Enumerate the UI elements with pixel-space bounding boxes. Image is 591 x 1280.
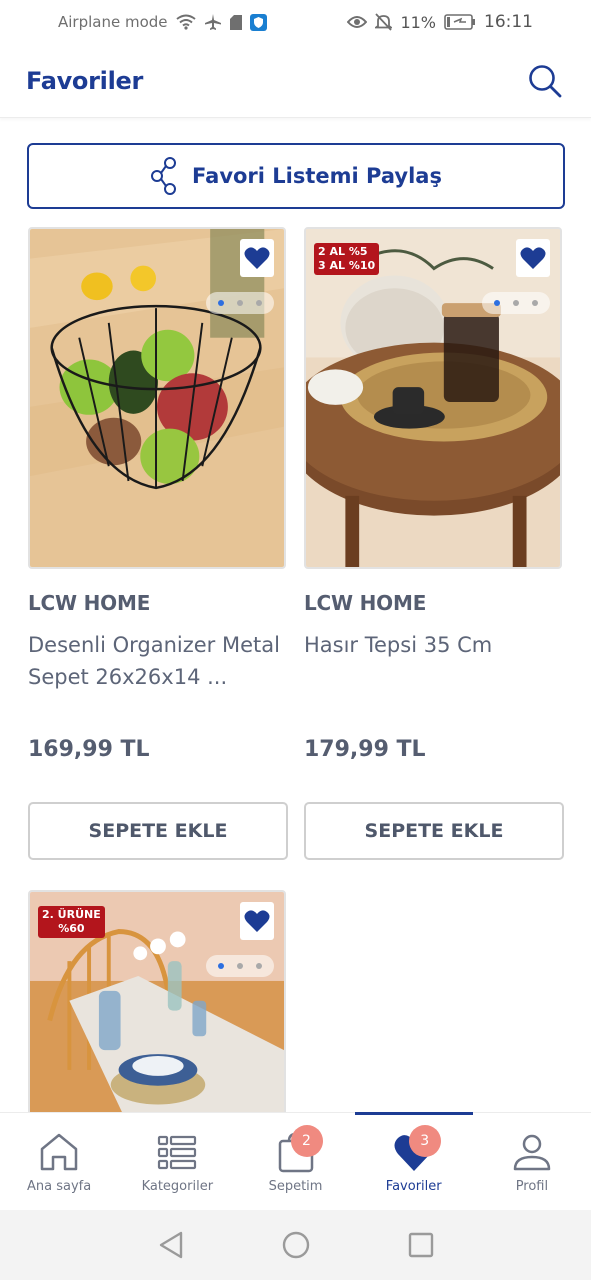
favorite-toggle[interactable] [240,239,274,277]
nav-favorites[interactable]: 3 Favoriler [354,1112,474,1210]
share-label: Favori Listemi Paylaş [192,164,442,188]
product-photo [306,229,560,567]
battery-icon [444,14,476,30]
home-icon [40,1133,78,1171]
favorite-toggle[interactable] [240,902,274,940]
page-title: Favoriler [26,66,144,95]
image-pager-dots [206,955,274,977]
product-image[interactable]: 2. ÜRÜNE %60 [28,890,286,1112]
product-card[interactable]: LCW HOME Desenli Organizer Metal Sepet 2… [28,227,288,860]
heart-filled-icon [520,247,546,269]
sim-icon [229,14,242,30]
nav-label: Kategoriler [141,1179,214,1194]
nav-label: Ana sayfa [26,1179,92,1194]
product-card[interactable]: 2. ÜRÜNE %60 [28,890,288,1112]
promo-badge-line: 2. ÜRÜNE [42,908,101,921]
list-icon [158,1135,197,1170]
product-price: 169,99 TL [28,737,150,762]
cart-count-badge: 2 [290,1125,323,1157]
wifi-icon [175,14,196,30]
status-bar: Airplane mode 11% 16:11 [0,0,591,44]
pager-dot-active [218,963,225,969]
product-brand: LCW HOME [304,591,427,615]
recents-square-icon [408,1232,433,1258]
airplane-icon [204,13,222,31]
back-triangle-icon [159,1231,182,1259]
promo-badge: 2. ÜRÜNE %60 [38,906,105,938]
nav-categories[interactable]: Kategoriler [118,1113,236,1210]
battery-percent: 11% [400,12,436,32]
recents-button[interactable] [407,1231,435,1259]
nav-label: Sepetim [268,1179,323,1194]
pager-dot [255,300,262,306]
user-icon [513,1134,551,1171]
search-button[interactable] [525,61,565,101]
system-navigation-bar [0,1210,591,1280]
home-system-button[interactable] [281,1230,311,1260]
bell-off-icon [375,13,393,31]
app-header: Favoriler [0,44,591,118]
nav-profile[interactable]: Profil [473,1113,591,1210]
bottom-navigation: Ana sayfa Kategoriler 2 Sepetim 3 Favori… [0,1112,591,1210]
eye-icon [347,15,368,29]
share-icon [151,157,177,195]
pager-dot-active [218,300,225,306]
home-circle-icon [282,1231,309,1259]
pager-dot-active [494,300,501,306]
nav-label: Profil [515,1179,549,1194]
product-price: 179,99 TL [304,737,426,762]
promo-badge-line: 2 AL %5 [318,245,368,258]
clock: 16:11 [484,12,533,32]
back-button[interactable] [157,1230,185,1260]
favorites-count-badge: 3 [408,1125,441,1157]
heart-filled-icon [244,910,270,932]
product-title[interactable]: Desenli Organizer Metal Sepet 26x26x14 .… [28,629,288,693]
product-title[interactable]: Hasır Tepsi 35 Cm [304,629,564,693]
favorite-toggle[interactable] [516,239,550,277]
airplane-mode-label: Airplane mode [58,13,168,31]
nav-cart[interactable]: 2 Sepetim [236,1113,354,1210]
image-pager-dots [206,292,274,314]
nav-home[interactable]: Ana sayfa [0,1113,118,1210]
image-pager-dots [482,292,550,314]
pager-dot [255,963,262,969]
promo-badge: 2 AL %5 3 AL %10 [314,243,380,275]
status-left: Airplane mode [58,13,267,31]
pager-dot [236,963,243,969]
shield-app-icon [249,13,267,31]
search-icon [529,64,562,97]
pager-dot [236,300,243,306]
pager-dot [531,300,538,306]
product-image[interactable] [28,227,286,569]
promo-badge-line: 3 AL %10 [318,259,376,272]
promo-badge-line: %60 [58,922,85,935]
product-image[interactable]: 2 AL %5 3 AL %10 [304,227,562,569]
product-photo [30,229,284,567]
add-to-cart-button[interactable]: SEPETE EKLE [304,802,564,860]
pager-dot [512,300,519,306]
share-favorites-button[interactable]: Favori Listemi Paylaş [27,143,565,209]
nav-label: Favoriler [385,1179,442,1194]
status-right: 11% 16:11 [347,12,533,32]
heart-filled-icon [244,247,270,269]
add-to-cart-button[interactable]: SEPETE EKLE [28,802,288,860]
product-brand: LCW HOME [28,591,151,615]
product-card[interactable]: 2 AL %5 3 AL %10 LCW HOME Hasır Tepsi 35… [304,227,564,860]
